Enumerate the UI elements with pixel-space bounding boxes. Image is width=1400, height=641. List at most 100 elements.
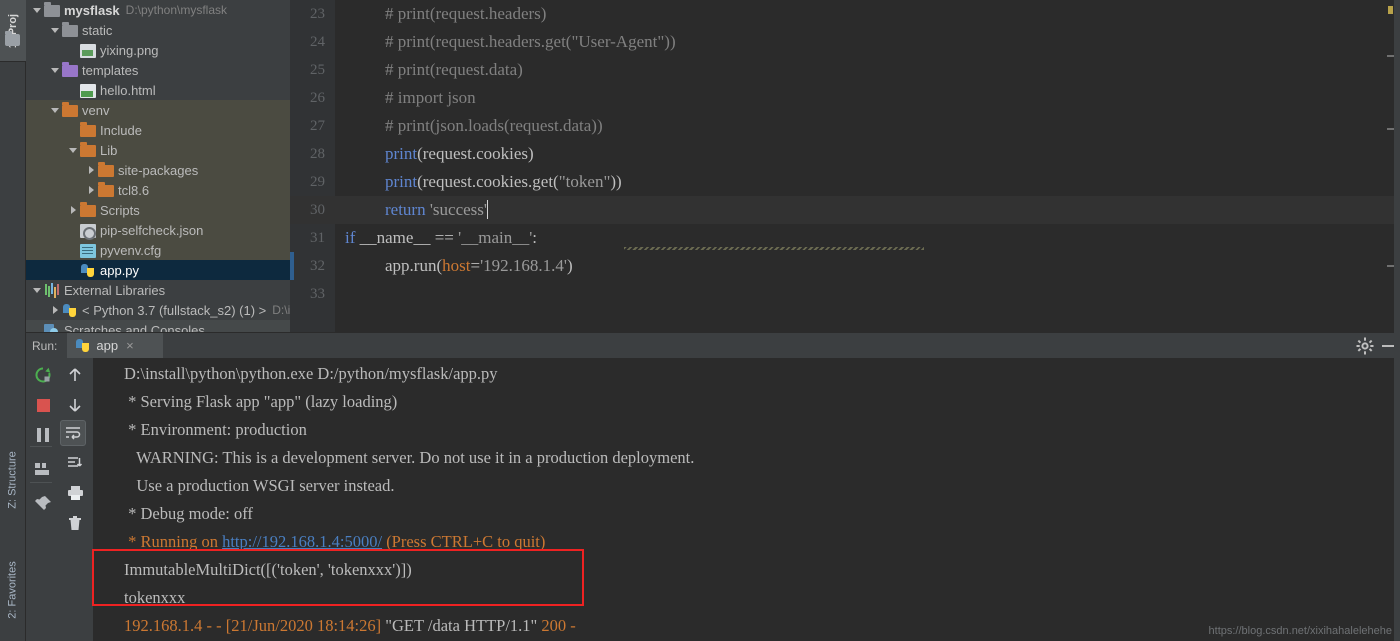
down-arrow-icon[interactable] [62,392,88,418]
tree-item-label: Lib [100,142,118,158]
chevron-right-icon[interactable] [84,183,98,197]
tree-item-static[interactable]: static [26,20,290,40]
tree-item-hello-html[interactable]: hello.html [26,80,290,100]
tree-item-python-3-7-fullstack-s2-1[interactable]: < Python 3.7 (fullstack_s2) (1) > D:\i [26,300,290,320]
code-line[interactable]: 23 # print(request.headers) [290,0,1400,28]
tree-item-label: templates [82,62,139,78]
tree-item-pip-selfcheck-json[interactable]: pip-selfcheck.json [26,220,290,240]
print-input-icon[interactable] [30,456,56,482]
tree-item-mysflask[interactable]: mysflask D:\python\mysflask [26,0,290,20]
tree-item-templates[interactable]: templates [26,60,290,80]
change-marker[interactable] [1387,128,1394,130]
console-line: * Environment: production [124,416,1400,444]
tree-item-pyvenv-cfg[interactable]: pyvenv.cfg [26,240,290,260]
chevron-down-icon[interactable] [48,63,62,77]
watermark: https://blog.csdn.net/xixihahalelehehe [1208,625,1392,637]
console-text: (Press CTRL+C to quit) [382,532,546,551]
run-toolbar [26,358,94,641]
code-text: # print(request.data) [335,60,523,80]
run-tab-app[interactable]: app × [67,332,164,359]
tree-item-label: Include [100,122,142,138]
project-tree-panel[interactable]: mysflask D:\python\mysflask static yixing.p… [26,0,290,332]
code-token: '192.168.1.4' [480,256,567,275]
code-line[interactable]: 25 # print(request.data) [290,56,1400,84]
code-line[interactable]: 30 return 'success' [290,196,1400,224]
code-line[interactable]: 26 # import json [290,84,1400,112]
code-token: print [385,172,418,191]
console-text: ImmutableMultiDict([('token', 'tokenxxx'… [124,560,412,579]
tree-item-app-py[interactable]: app.py [26,260,290,280]
console-text: "GET /data HTTP/1.1" [385,616,542,635]
tool-tab-structure[interactable]: Z: Structure [0,432,26,528]
tree-item-label: mysflask [64,2,120,18]
console-output[interactable]: D:\install\python\python.exe D:/python/m… [94,358,1400,641]
tree-item-label: yixing.png [100,42,159,58]
line-number: 28 [310,145,325,162]
code-line[interactable]: 27 # print(json.loads(request.data)) [290,112,1400,140]
chevron-down-icon[interactable] [48,103,62,117]
code-token: return [385,200,426,219]
tree-item-include[interactable]: Include [26,120,290,140]
change-marker[interactable] [1387,55,1394,57]
code-text: app.run(host='192.168.1.4') [335,256,573,276]
line-number: 30 [310,201,325,218]
scroll-to-end-icon[interactable] [62,450,88,476]
console-text: * Serving Flask app "app" (lazy loading) [124,392,398,411]
tree-item-scratches-and-consoles[interactable]: Scratches and Consoles [26,320,290,332]
stop-icon[interactable] [30,392,56,418]
change-marker[interactable] [1387,265,1394,267]
chevron-right-icon[interactable] [66,203,80,217]
html-file-icon [80,83,96,98]
code-token: )) [610,172,622,191]
project-folder-icon[interactable] [5,31,20,46]
code-line[interactable]: 28 print(request.cookies) [290,140,1400,168]
chevron-right-icon[interactable] [84,163,98,177]
printer-icon[interactable] [62,480,88,506]
code-line[interactable]: 24 # print(request.headers.get("User-Age… [290,28,1400,56]
tree-item-external-libraries[interactable]: External Libraries [26,280,290,300]
tree-item-label: static [82,22,113,38]
up-arrow-icon[interactable] [62,362,88,388]
console-text: * Running on [124,532,223,551]
code-editor[interactable]: 23 # print(request.headers) 24 # print(re… [290,0,1400,332]
code-line[interactable]: 29 print(request.cookies.get("token")) [290,168,1400,196]
trash-icon[interactable] [62,510,88,536]
console-line: ImmutableMultiDict([('token', 'tokenxxx'… [124,556,1400,584]
tree-item-venv[interactable]: venv [26,100,290,120]
rerun-icon[interactable] [30,362,56,388]
py-file-icon [62,303,78,319]
tool-tab-project[interactable]: 1: Proj [0,0,26,62]
code-token: : [532,228,538,247]
gear-icon[interactable] [1356,337,1374,355]
pin-icon[interactable] [30,491,56,517]
tree-item-site-packages[interactable]: site-packages [26,160,290,180]
pause-icon[interactable] [30,422,56,448]
editor-marker-bar[interactable] [1386,0,1394,332]
tree-item-scripts[interactable]: Scripts [26,200,290,220]
console-text: 192.168.1.4 - - [21/Jun/2020 18:14:26] [124,616,386,635]
tree-item-tcl8-6[interactable]: tcl8.6 [26,180,290,200]
chevron-down-icon[interactable] [48,23,62,37]
right-edge-strip [1394,0,1400,641]
code-line[interactable]: 32 app.run(host='192.168.1.4') [290,252,1400,280]
console-text: 200 - [541,616,576,635]
close-icon[interactable]: × [126,338,134,353]
console-link[interactable]: http://192.168.1.4:5000/ [222,532,382,551]
chevron-down-icon[interactable] [30,283,44,297]
tree-item-yixing-png[interactable]: yixing.png [26,40,290,60]
chevron-down-icon[interactable] [30,3,44,17]
tree-item-path: D:\python\mysflask [125,3,228,17]
tree-item-lib[interactable]: Lib [26,140,290,160]
code-line[interactable]: 33 [290,280,1400,308]
chevron-down-icon[interactable] [66,143,80,157]
text-caret [486,200,488,219]
console-line: tokenxxx [124,584,1400,612]
tool-tab-favorites[interactable]: 2: Favorites [0,545,26,635]
code-token: "token" [558,172,611,191]
warning-marker[interactable] [1388,6,1393,14]
chevron-right-icon[interactable] [48,303,62,317]
soft-wrap-icon[interactable] [60,420,86,446]
